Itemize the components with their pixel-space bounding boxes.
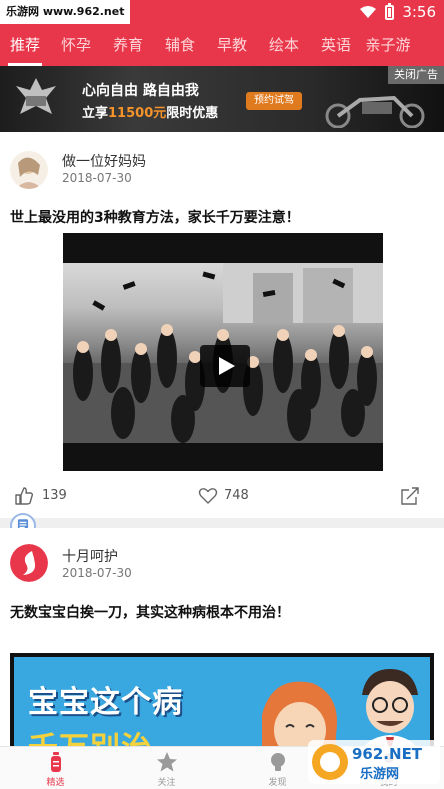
battery-icon bbox=[385, 2, 395, 20]
tab-early-education[interactable]: 早教 bbox=[206, 24, 258, 66]
thumbs-up-icon[interactable] bbox=[14, 486, 34, 506]
video-player[interactable] bbox=[63, 233, 383, 471]
post-actions: 139 748 bbox=[0, 483, 444, 511]
nav-featured[interactable]: 精选 bbox=[0, 747, 111, 789]
svg-text:962.NET: 962.NET bbox=[352, 745, 423, 763]
feed-post[interactable]: 十月呵护 2018-07-30 无数宝宝白挨一刀，其实这种病根本不用治！ 宝宝这… bbox=[0, 528, 444, 746]
video-thumbnail bbox=[63, 263, 383, 443]
post-author[interactable]: 做一位好妈妈 bbox=[62, 151, 146, 171]
tab-parenting[interactable]: 养育 bbox=[102, 24, 154, 66]
tab-family-travel[interactable]: 亲子游 bbox=[362, 24, 414, 66]
favorite-count: 748 bbox=[224, 488, 249, 503]
avatar[interactable] bbox=[10, 544, 48, 582]
tab-baby-food[interactable]: 辅食 bbox=[154, 24, 206, 66]
category-tabs: 推荐 怀孕 养育 辅食 早教 绘本 英语 亲子游 bbox=[0, 24, 444, 66]
banner-headline: 心向自由 路自由我 bbox=[82, 83, 199, 99]
nav-label: 精选 bbox=[46, 778, 65, 788]
promo-headline: 宝宝这个病 bbox=[28, 685, 183, 720]
post-title[interactable]: 无数宝宝白挨一刀，其实这种病根本不用治！ bbox=[10, 602, 290, 622]
mother-avatar-icon bbox=[10, 151, 48, 189]
status-time: 3:56 bbox=[402, 3, 436, 21]
feed-divider bbox=[0, 518, 444, 528]
test-drive-button[interactable]: 预约试驾 bbox=[246, 92, 302, 110]
tab-pregnancy[interactable]: 怀孕 bbox=[50, 24, 102, 66]
status-icons: 3:56 bbox=[359, 0, 436, 24]
feed-post[interactable]: 做一位好妈妈 2018-07-30 世上最没用的3种教育方法，家长千万要注意！ bbox=[0, 133, 444, 518]
banner-offer: 立享11500元限时优惠 bbox=[82, 106, 219, 121]
site-watermark: 乐游网 www.962.net bbox=[0, 0, 131, 24]
post-author[interactable]: 十月呵护 bbox=[62, 546, 118, 566]
nav-following[interactable]: 关注 bbox=[111, 747, 222, 789]
post-date: 2018-07-30 bbox=[62, 566, 132, 580]
play-button[interactable] bbox=[200, 345, 250, 387]
post-date: 2018-07-30 bbox=[62, 171, 132, 185]
share-icon[interactable] bbox=[400, 486, 420, 506]
site-watermark-logo: 962.NET 乐游网 bbox=[308, 740, 440, 784]
bottle-icon bbox=[51, 752, 61, 772]
wifi-icon bbox=[360, 6, 377, 18]
brand-avatar-icon bbox=[10, 544, 48, 582]
eagle-logo-icon bbox=[16, 78, 56, 114]
motorcycle-image bbox=[325, 95, 425, 128]
tab-english[interactable]: 英语 bbox=[310, 24, 362, 66]
nav-label: 关注 bbox=[157, 778, 176, 788]
lightbulb-icon bbox=[271, 753, 285, 771]
ad-banner[interactable]: 心向自由 路自由我 立享11500元限时优惠 预约试驾 关闭广告 bbox=[0, 66, 444, 132]
star-icon bbox=[157, 752, 177, 772]
svg-text:乐游网: 乐游网 bbox=[360, 766, 399, 782]
post-title[interactable]: 世上最没用的3种教育方法，家长千万要注意！ bbox=[10, 207, 300, 227]
promo-subheadline: 千万别治 bbox=[28, 723, 152, 746]
tab-picture-books[interactable]: 绘本 bbox=[258, 24, 310, 66]
heart-icon[interactable] bbox=[198, 486, 218, 506]
tab-recommend[interactable]: 推荐 bbox=[0, 24, 50, 66]
like-count: 139 bbox=[42, 488, 67, 503]
avatar[interactable] bbox=[10, 151, 48, 189]
close-ad-button[interactable]: 关闭广告 bbox=[388, 66, 444, 84]
